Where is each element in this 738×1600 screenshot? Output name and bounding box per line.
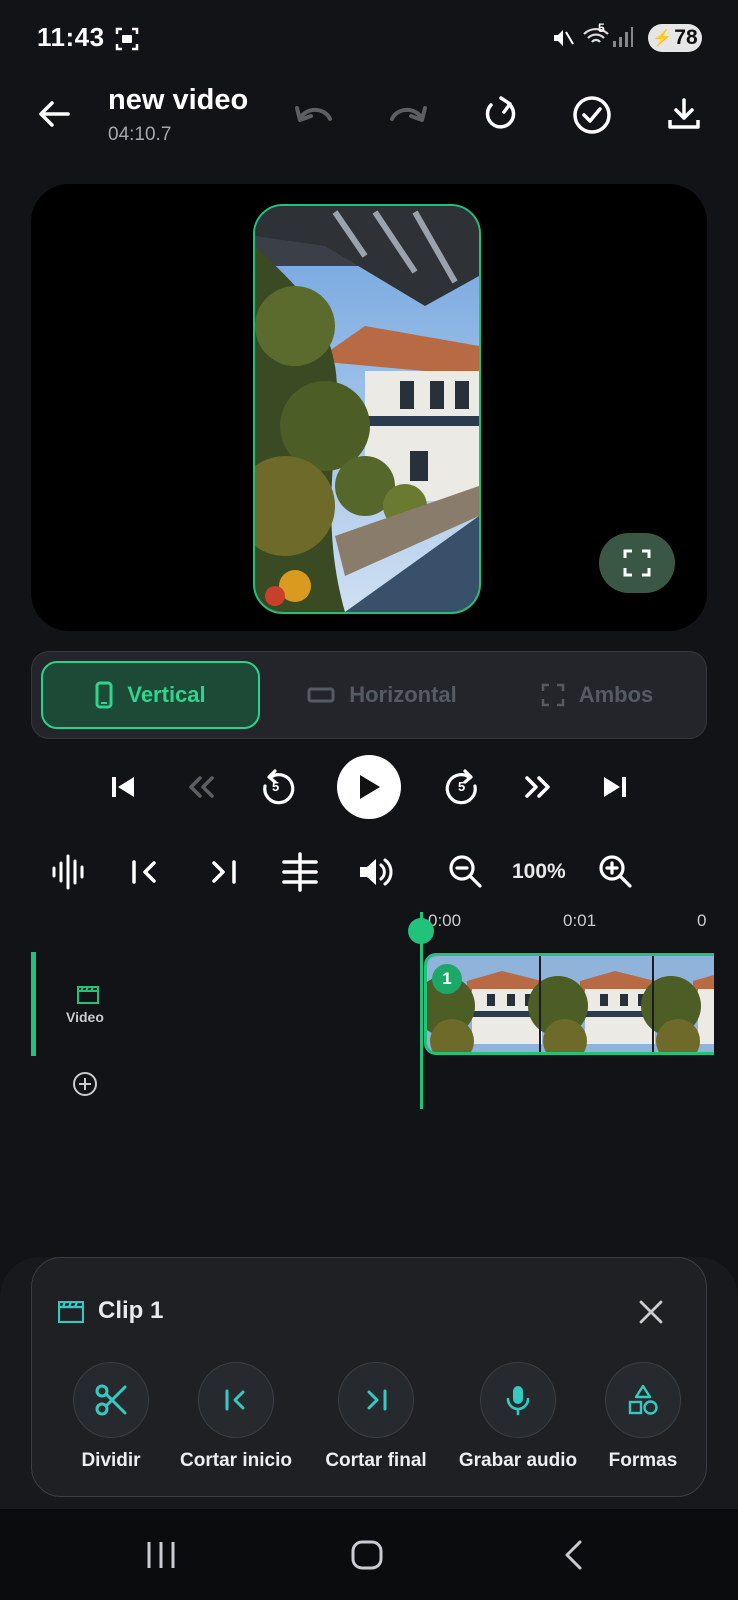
record-audio-tool-label: Grabar audio bbox=[458, 1450, 578, 1471]
video-preview[interactable] bbox=[31, 184, 707, 631]
back-chevron-icon bbox=[565, 1540, 582, 1570]
orientation-both-tab[interactable]: Ambos bbox=[492, 661, 702, 729]
project-duration: 04:10.7 bbox=[108, 124, 172, 145]
landscape-icon bbox=[307, 687, 335, 703]
signal-icon bbox=[612, 26, 634, 48]
add-track-button[interactable] bbox=[72, 1071, 98, 1097]
network-type-label: 5 bbox=[598, 21, 605, 35]
clip-number-badge: 1 bbox=[432, 964, 462, 994]
trim-end-tool-label: Cortar final bbox=[325, 1450, 427, 1471]
split-tool-button[interactable]: Dividir bbox=[71, 1362, 151, 1472]
zoom-in-button[interactable] bbox=[596, 852, 634, 890]
project-title[interactable]: new video bbox=[108, 84, 248, 117]
rewind-seconds: 5 bbox=[272, 779, 280, 794]
phone-portrait-icon bbox=[95, 681, 113, 709]
back-button[interactable] bbox=[36, 96, 72, 132]
trim-start-tool-button[interactable]: Cortar inicio bbox=[168, 1362, 304, 1472]
battery-indicator: ⚡ 78 bbox=[648, 24, 702, 52]
volume-button[interactable] bbox=[356, 854, 396, 890]
redo-button[interactable] bbox=[386, 97, 428, 131]
rewind-5-button[interactable]: 5 bbox=[258, 767, 298, 807]
video-track-label: Video bbox=[66, 1009, 104, 1025]
shapes-tool-label: Formas bbox=[608, 1450, 678, 1471]
close-panel-button[interactable] bbox=[638, 1299, 664, 1325]
video-frame-image bbox=[253, 204, 481, 614]
play-icon bbox=[360, 775, 380, 799]
home-icon bbox=[351, 1540, 383, 1570]
split-tool-label: Dividir bbox=[81, 1450, 141, 1471]
download-button[interactable] bbox=[666, 96, 702, 132]
next-frame-button[interactable] bbox=[520, 770, 556, 804]
ruler-tick-2: 0 bbox=[697, 911, 707, 930]
trim-start-icon bbox=[225, 1389, 245, 1411]
orientation-vertical-label: Vertical bbox=[127, 682, 206, 707]
clip-clapperboard-icon bbox=[58, 1301, 84, 1323]
skip-to-start-button[interactable] bbox=[106, 770, 140, 804]
zoom-out-button[interactable] bbox=[446, 852, 484, 890]
clip-panel-title: Clip 1 bbox=[98, 1297, 164, 1324]
microphone-icon bbox=[506, 1386, 530, 1416]
orientation-horizontal-tab[interactable]: Horizontal bbox=[272, 661, 492, 729]
video-clip[interactable] bbox=[424, 953, 714, 1055]
charging-icon: ⚡ bbox=[652, 30, 673, 47]
split-at-playhead-button[interactable] bbox=[280, 851, 320, 893]
waveform-button[interactable] bbox=[50, 852, 88, 892]
trim-end-icon bbox=[367, 1389, 387, 1411]
battery-level: 78 bbox=[674, 26, 698, 49]
status-time: 11:43 bbox=[37, 22, 105, 52]
zoom-level: 100% bbox=[512, 860, 566, 883]
orientation-selector: Vertical Horizontal Ambos bbox=[31, 651, 707, 739]
orientation-horizontal-label: Horizontal bbox=[349, 682, 457, 707]
shapes-icon bbox=[628, 1384, 658, 1415]
previous-frame-button[interactable] bbox=[183, 770, 219, 804]
fullscreen-corners-icon bbox=[541, 683, 564, 707]
fullscreen-button[interactable] bbox=[599, 533, 675, 593]
orientation-vertical-tab[interactable]: Vertical bbox=[41, 661, 260, 729]
confirm-button[interactable] bbox=[571, 94, 613, 136]
fullscreen-icon bbox=[623, 549, 651, 577]
playhead-handle[interactable] bbox=[408, 918, 434, 944]
trim-end-tool-button[interactable]: Cortar final bbox=[313, 1362, 439, 1472]
trim-start-tool-label: Cortar inicio bbox=[180, 1450, 292, 1471]
recent-apps-button[interactable] bbox=[145, 1540, 177, 1570]
clip-thumbnails bbox=[427, 956, 714, 1052]
undo-button[interactable] bbox=[294, 97, 336, 131]
ruler-tick-1: 0:01 bbox=[563, 911, 597, 930]
home-button[interactable] bbox=[350, 1539, 384, 1571]
forward-5-button[interactable]: 5 bbox=[442, 767, 482, 807]
play-button[interactable] bbox=[337, 755, 401, 819]
forward-seconds: 5 bbox=[458, 779, 466, 794]
wifi-icon bbox=[583, 26, 609, 48]
close-icon bbox=[639, 1300, 663, 1324]
record-audio-tool-button[interactable]: Grabar audio bbox=[452, 1362, 584, 1472]
jump-end-button[interactable] bbox=[206, 855, 240, 889]
clapperboard-icon bbox=[77, 986, 99, 1004]
shapes-tool-button[interactable]: Formas bbox=[598, 1362, 688, 1472]
system-back-button[interactable] bbox=[562, 1539, 586, 1571]
screenshot-icon bbox=[114, 26, 140, 52]
scissors-icon bbox=[95, 1384, 127, 1416]
skip-to-end-button[interactable] bbox=[598, 770, 632, 804]
orientation-both-label: Ambos bbox=[578, 682, 654, 707]
reset-button[interactable] bbox=[481, 95, 519, 133]
jump-start-button[interactable] bbox=[128, 855, 162, 889]
video-track-indicator bbox=[31, 952, 36, 1056]
recents-icon bbox=[147, 1542, 175, 1568]
mute-icon bbox=[552, 27, 574, 49]
